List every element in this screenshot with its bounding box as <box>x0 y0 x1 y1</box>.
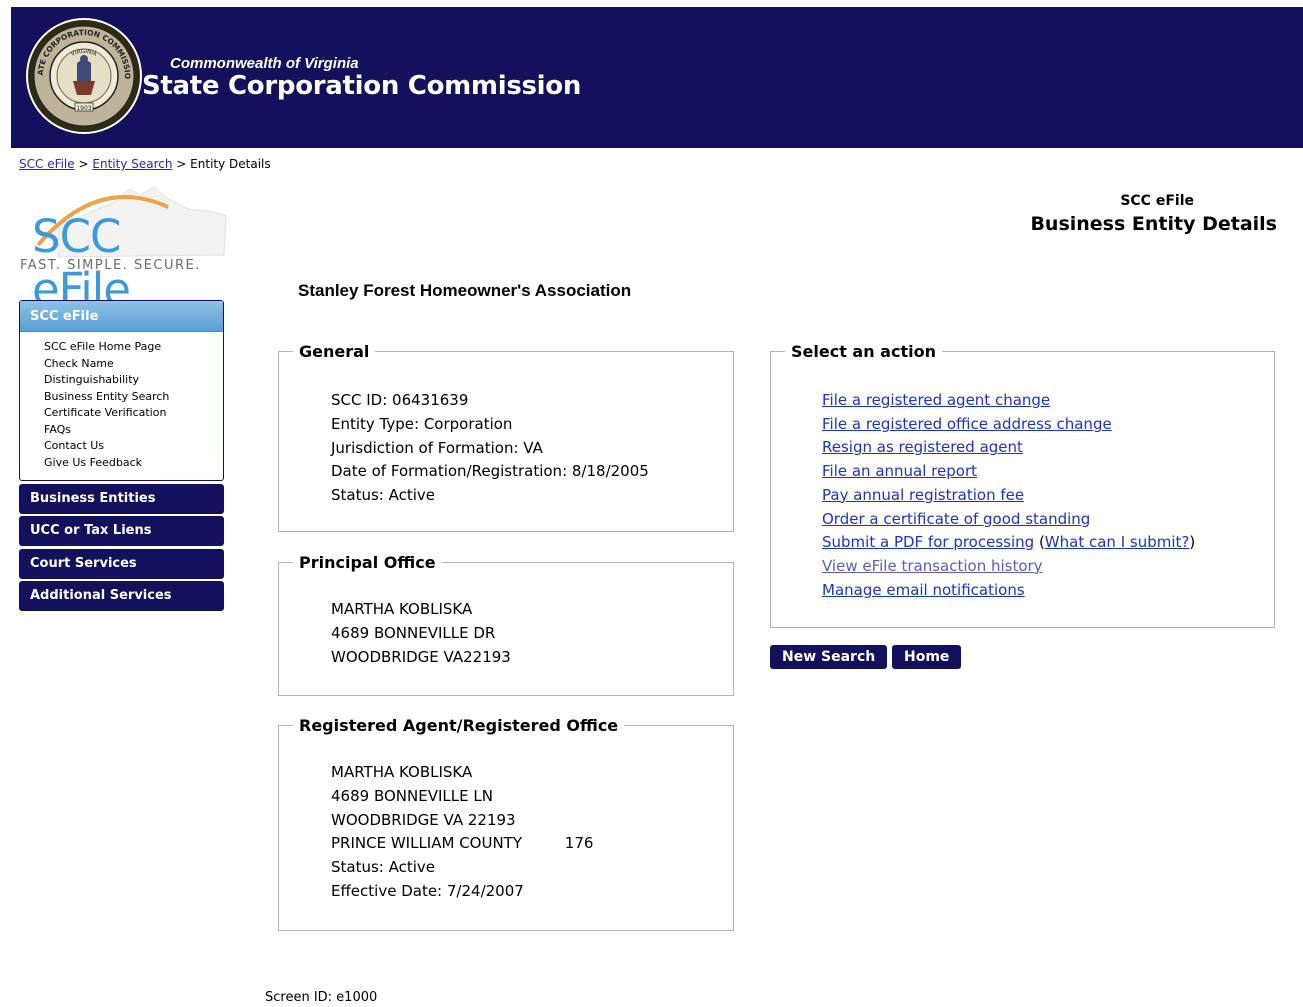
breadcrumb-current: Entity Details <box>190 157 271 171</box>
registered-agent-panel: Registered Agent/Registered Office MARTH… <box>278 716 734 931</box>
sidebar-item-home-page[interactable]: SCC eFile Home Page <box>44 339 223 356</box>
what-can-i-submit-link[interactable]: What can I submit? <box>1045 533 1190 551</box>
sidebar-header[interactable]: SCC eFile <box>20 301 223 332</box>
principal-street: 4689 BONNEVILLE DR <box>331 623 496 642</box>
annual-report-link[interactable]: File an annual report <box>822 460 1274 484</box>
paren-close: ) <box>1189 533 1196 552</box>
entity-status: Status: Active <box>331 486 436 505</box>
agent-county-row: PRINCE WILLIAM COUNTY 176 <box>331 832 733 856</box>
entity-type: Entity Type: Corporation <box>331 414 513 433</box>
agent-city: WOODBRIDGE VA 22193 <box>331 810 516 829</box>
formation-date: Date of Formation/Registration: 8/18/200… <box>331 462 649 481</box>
scc-efile-logo[interactable]: SCC eFile FAST. SIMPLE. SECURE. <box>18 185 228 316</box>
svg-text:1903: 1903 <box>76 105 91 112</box>
registration-fee-link[interactable]: Pay annual registration fee <box>822 484 1274 508</box>
general-legend: General <box>299 342 370 361</box>
agent-status: Status: Active <box>331 858 436 877</box>
resign-agent-link[interactable]: Resign as registered agent <box>822 436 1274 460</box>
registered-agent-change-link[interactable]: File a registered agent change <box>822 389 1274 413</box>
entity-name: Stanley Forest Homeowner's Association <box>298 281 632 300</box>
breadcrumb-entity-search-link[interactable]: Entity Search <box>92 157 172 171</box>
breadcrumb: SCC eFile > Entity Search > Entity Detai… <box>19 157 271 171</box>
submit-pdf-link[interactable]: Submit a PDF for processing <box>822 533 1034 551</box>
sidebar-item-faqs[interactable]: FAQs <box>44 422 223 439</box>
principal-city: WOODBRIDGE VA22193 <box>331 647 511 666</box>
breadcrumb-separator: > <box>176 157 187 171</box>
site-banner: 1903 STATE CORPORATION COMMISSION VIRGIN… <box>11 7 1303 148</box>
sidebar-item-business-entity-search[interactable]: Business Entity Search <box>44 389 223 406</box>
submit-pdf-row: Submit a PDF for processing (What can I … <box>822 531 1274 555</box>
page-header-small: SCC eFile <box>1120 193 1194 209</box>
agent-effective-date: Effective Date: 7/24/2007 <box>331 881 524 900</box>
home-button[interactable]: Home <box>892 645 962 669</box>
certificate-good-standing-link[interactable]: Order a certificate of good standing <box>822 508 1274 532</box>
principal-office-panel: Principal Office MARTHA KOBLISKA 4689 BO… <box>278 553 734 696</box>
office-address-change-link[interactable]: File a registered office address change <box>822 413 1274 437</box>
principal-name: MARTHA KOBLISKA <box>331 600 473 618</box>
sidebar-item-check-name[interactable]: Check Name <box>44 356 223 373</box>
screen-id: Screen ID: e1000 <box>265 990 378 1005</box>
email-notifications-link[interactable]: Manage email notifications <box>822 579 1274 603</box>
sidebar-item-certificate-verification[interactable]: Certificate Verification <box>44 405 223 422</box>
page-title: Business Entity Details <box>1030 213 1277 235</box>
sidebar-item-feedback[interactable]: Give Us Feedback <box>44 455 223 472</box>
agent-name: MARTHA KOBLISKA <box>331 763 473 781</box>
breadcrumb-scc-efile-link[interactable]: SCC eFile <box>19 157 75 171</box>
sidebar-nav-business-entities[interactable]: Business Entities <box>19 484 224 514</box>
registered-agent-legend: Registered Agent/Registered Office <box>299 716 619 735</box>
sidebar-nav-ucc-tax-liens[interactable]: UCC or Tax Liens <box>19 516 224 546</box>
sidebar-item-distinguishability[interactable]: Distinguishability <box>44 372 223 389</box>
jurisdiction: Jurisdiction of Formation: VA <box>331 438 543 457</box>
agent-county-code: 176 <box>564 834 594 853</box>
sidebar-nav-additional-services[interactable]: Additional Services <box>19 581 224 611</box>
general-panel: General SCC ID: 06431639 Entity Type: Co… <box>278 342 734 532</box>
top-stripe <box>11 0 1303 7</box>
principal-office-legend: Principal Office <box>299 553 436 572</box>
paren-open: ( <box>1034 533 1045 552</box>
page-header: SCC eFile Business Entity Details <box>1030 193 1277 235</box>
actions-panel: Select an action File a registered agent… <box>770 342 1275 628</box>
state-seal-icon: 1903 STATE CORPORATION COMMISSION VIRGIN… <box>25 17 142 134</box>
sidebar-menu: SCC eFile Home Page Check Name Distingui… <box>20 332 223 471</box>
agent-street: 4689 BONNEVILLE LN <box>331 786 493 805</box>
sidebar-scc-efile-panel: SCC eFile SCC eFile Home Page Check Name… <box>19 300 224 481</box>
scc-id: SCC ID: 06431639 <box>331 391 469 409</box>
sidebar-nav-court-services[interactable]: Court Services <box>19 549 224 579</box>
sidebar-item-contact-us[interactable]: Contact Us <box>44 438 223 455</box>
banner-subtitle: Commonwealth of Virginia <box>170 55 359 72</box>
transaction-history-link[interactable]: View eFile transaction history <box>822 555 1274 579</box>
agent-county: PRINCE WILLIAM COUNTY <box>331 834 523 853</box>
banner-title: State Corporation Commission <box>142 71 582 101</box>
breadcrumb-separator: > <box>78 157 89 171</box>
logo-tagline: FAST. SIMPLE. SECURE. <box>20 258 201 273</box>
actions-legend: Select an action <box>791 342 936 361</box>
new-search-button[interactable]: New Search <box>770 645 888 669</box>
